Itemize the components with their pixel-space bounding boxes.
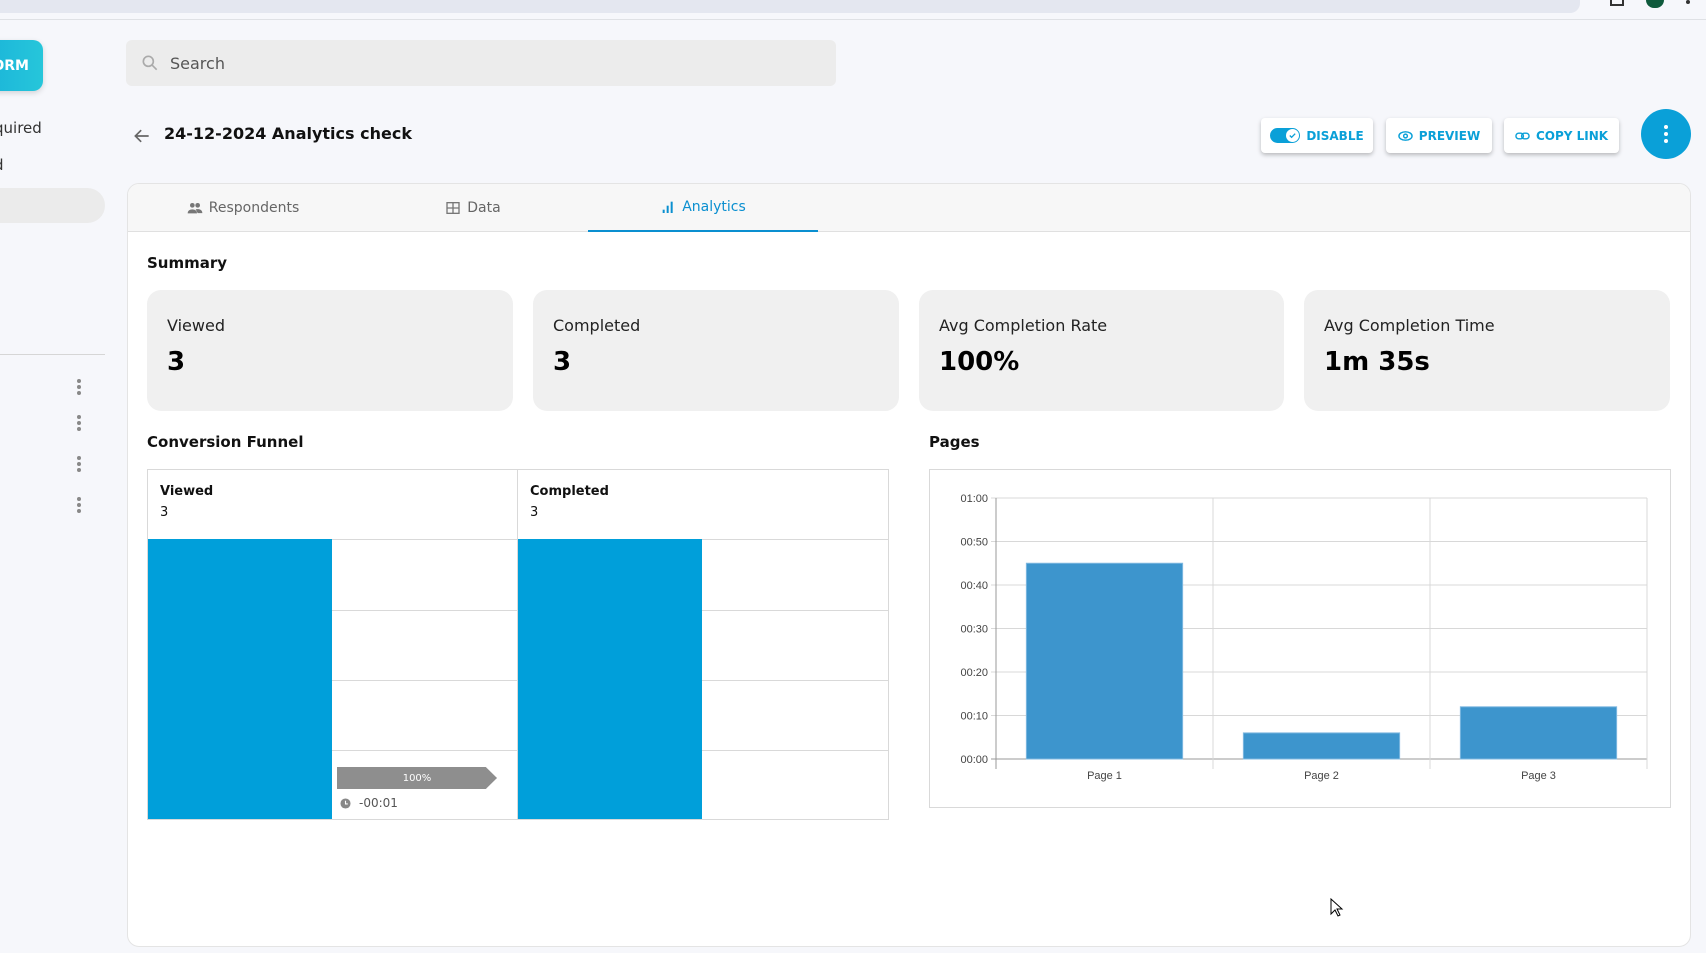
funnel-step-viewed: Viewed 3 100% -00:01 (148, 470, 518, 819)
profile-avatar[interactable] (1646, 0, 1664, 8)
y-tick-label: 00:20 (960, 667, 988, 679)
new-form-button[interactable]: ORM (0, 40, 43, 91)
browser-toolbar (0, 0, 1706, 20)
y-tick-label: 01:00 (960, 493, 988, 505)
x-tick-label: Page 2 (1304, 770, 1339, 782)
bar-page-2 (1242, 732, 1401, 760)
search-input[interactable] (170, 53, 770, 73)
stat-label: Viewed (167, 316, 225, 335)
browser-menu-icon[interactable] (1686, 0, 1690, 4)
preview-button[interactable]: PREVIEW (1386, 118, 1492, 153)
mouse-cursor-icon (1330, 898, 1344, 917)
conversion-rate-arrow: 100% (337, 767, 497, 789)
link-icon (1515, 131, 1530, 140)
grid-line (702, 750, 888, 751)
tab-respondents[interactable]: Respondents (128, 184, 358, 232)
copy-link-label: COPY LINK (1535, 128, 1609, 143)
funnel-bar (148, 539, 332, 819)
sidebar-item-required[interactable]: quired (0, 119, 42, 137)
sidebar-divider (0, 354, 105, 355)
more-options-button[interactable] (1641, 109, 1691, 159)
disable-label: DISABLE (1306, 128, 1364, 143)
conversion-funnel-title: Conversion Funnel (147, 433, 304, 451)
funnel-step-header: Completed 3 (518, 470, 888, 540)
stat-value: 100% (939, 347, 1020, 377)
eye-icon (1398, 130, 1413, 141)
people-icon (187, 203, 203, 214)
stat-card-completion-rate: Avg Completion Rate 100% (919, 290, 1284, 411)
tab-label: Respondents (208, 200, 300, 216)
toggle-switch[interactable] (1270, 128, 1301, 143)
x-tick-label: Page 1 (1087, 770, 1122, 782)
check-icon (1289, 133, 1296, 139)
x-tick-label: Page 3 (1521, 770, 1556, 782)
more-vert-icon (1664, 125, 1668, 129)
form-options-icon[interactable] (76, 497, 81, 513)
y-tick-label: 00:00 (960, 754, 988, 766)
y-tick-label: 00:10 (960, 711, 988, 723)
grid-line (702, 680, 888, 681)
funnel-step-header: Viewed 3 (148, 470, 518, 540)
disable-button[interactable]: DISABLE (1261, 118, 1373, 153)
funnel-step-label: Completed (530, 484, 609, 499)
stat-value: 1m 35s (1324, 347, 1430, 377)
tab-analytics[interactable]: Analytics (588, 184, 818, 232)
extension-icon[interactable] (1610, 0, 1624, 6)
back-arrow-icon[interactable] (132, 126, 152, 146)
stat-label: Avg Completion Rate (939, 316, 1108, 335)
form-results-card: Respondents Data Analytics Summary Viewe… (127, 183, 1691, 947)
grid-line (332, 610, 518, 611)
stat-card-completion-time: Avg Completion Time 1m 35s (1304, 290, 1670, 411)
tab-label: Data (467, 200, 501, 216)
tab-bar: Respondents Data Analytics (128, 184, 1690, 232)
funnel-step-label: Viewed (160, 484, 214, 499)
stat-card-viewed: Viewed 3 (147, 290, 513, 411)
conversion-time-value: -00:01 (359, 796, 398, 810)
grid-line (332, 680, 518, 681)
pages-chart-svg: 00:00 00:10 00:20 00:30 00:40 00:50 01:00 Page … (960, 493, 1648, 782)
grid-line (332, 750, 518, 751)
grid-line (702, 610, 888, 611)
pages-chart: 00:00 00:10 00:20 00:30 00:40 00:50 01:00 Page … (929, 469, 1671, 808)
tab-data[interactable]: Data (358, 184, 588, 232)
search-field[interactable] (126, 40, 836, 86)
funnel-step-completed: Completed 3 (518, 470, 888, 819)
stat-value: 3 (167, 347, 186, 377)
stat-card-completed: Completed 3 (533, 290, 899, 411)
address-bar[interactable] (0, 0, 1580, 13)
sidebar-item[interactable]: d (0, 156, 4, 174)
bar-page-3 (1459, 706, 1618, 760)
bar-page-1 (1025, 562, 1184, 760)
sidebar-item-active[interactable] (0, 188, 105, 223)
table-icon (446, 202, 460, 214)
bar-chart-icon (662, 201, 673, 213)
conversion-time: -00:01 (340, 796, 398, 810)
stat-label: Avg Completion Time (1324, 316, 1495, 335)
tab-label: Analytics (682, 199, 746, 215)
stat-value: 3 (553, 347, 572, 377)
clock-icon (340, 797, 351, 809)
search-icon (142, 55, 158, 71)
form-options-icon[interactable] (76, 456, 81, 472)
page-title: 24-12-2024 Analytics check (164, 124, 412, 143)
copy-link-button[interactable]: COPY LINK (1504, 118, 1619, 153)
funnel-step-value: 3 (530, 505, 539, 520)
funnel-bar (518, 539, 702, 819)
y-tick-label: 00:30 (960, 624, 988, 636)
summary-title: Summary (147, 254, 228, 272)
browser-icons (1610, 0, 1706, 12)
y-tick-label: 00:40 (960, 580, 988, 592)
funnel-step-value: 3 (160, 505, 169, 520)
pages-title: Pages (929, 433, 980, 451)
preview-label: PREVIEW (1418, 128, 1481, 143)
form-options-icon[interactable] (76, 379, 81, 395)
conversion-funnel: Viewed 3 100% -00:01 Completed 3 (147, 469, 889, 820)
form-options-icon[interactable] (76, 415, 81, 431)
y-tick-label: 00:50 (960, 537, 988, 549)
stat-label: Completed (553, 316, 641, 335)
